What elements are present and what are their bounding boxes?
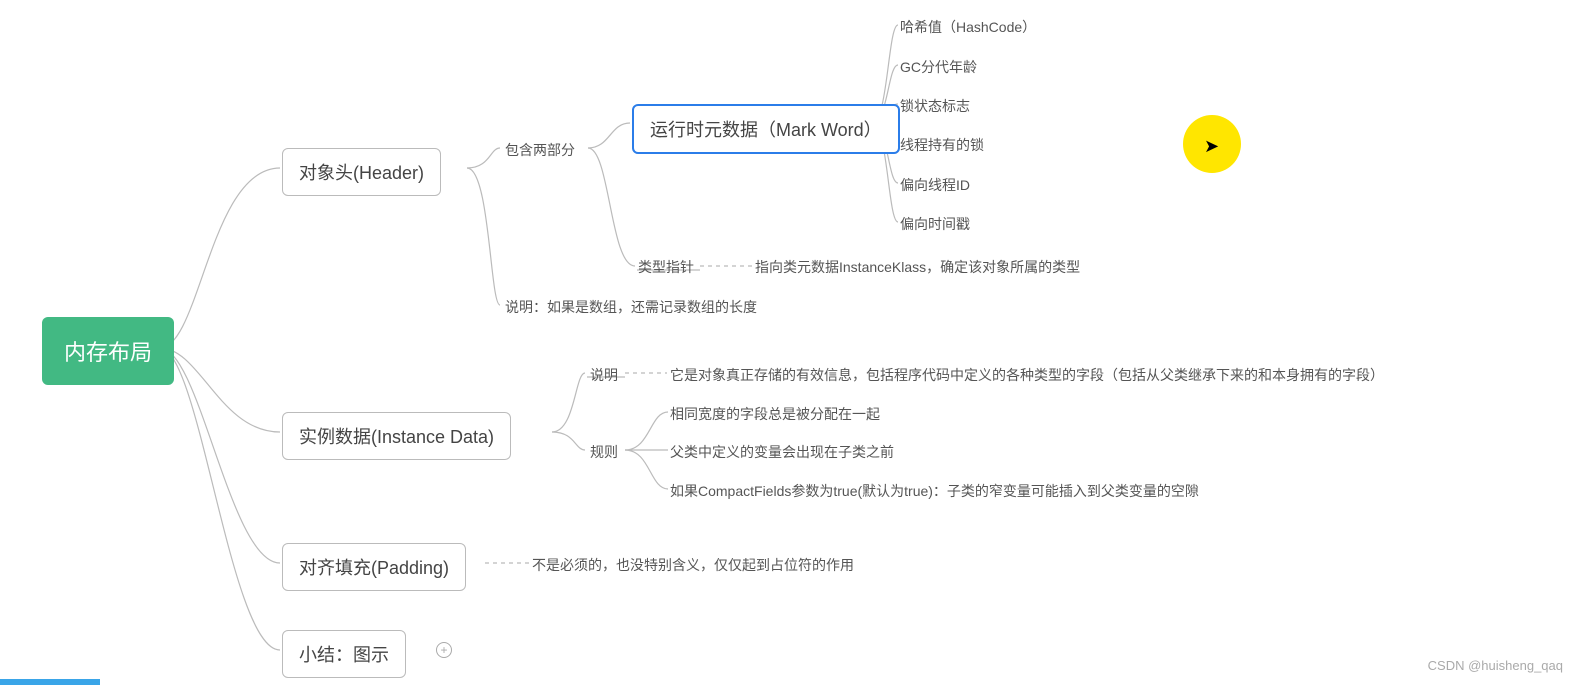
- summary-node[interactable]: 小结：图示: [282, 630, 406, 678]
- mark-word-node[interactable]: 运行时元数据（Mark Word）: [632, 104, 900, 154]
- mw-leaf-5[interactable]: 偏向时间戳: [900, 214, 970, 234]
- progress-bar: [0, 679, 100, 685]
- mw-leaf-0[interactable]: 哈希值（HashCode）: [900, 17, 1036, 37]
- rule-0: 相同宽度的字段总是被分配在一起: [670, 404, 880, 424]
- header-label: 对象头(Header): [299, 163, 424, 183]
- mw-leaf-3[interactable]: 线程持有的锁: [900, 135, 984, 155]
- root-label: 内存布局: [64, 340, 152, 365]
- klass-ptr-desc: 指向类元数据InstanceKlass，确定该对象所属的类型: [755, 257, 1080, 277]
- instance-desc: 它是对象真正存储的有效信息，包括程序代码中定义的各种类型的字段（包括从父类继承下…: [670, 365, 1384, 385]
- padding-node[interactable]: 对齐填充(Padding): [282, 543, 466, 591]
- rule-1: 父类中定义的变量会出现在子类之前: [670, 442, 894, 462]
- header-node[interactable]: 对象头(Header): [282, 148, 441, 196]
- instance-desc-label[interactable]: 说明: [590, 365, 618, 385]
- mw-leaf-1[interactable]: GC分代年龄: [900, 57, 977, 77]
- summary-label: 小结：图示: [299, 645, 389, 665]
- mw-leaf-2[interactable]: 锁状态标志: [900, 96, 970, 116]
- cursor-icon: ➤: [1204, 136, 1219, 157]
- header-parts-label[interactable]: 包含两部分: [505, 140, 575, 160]
- watermark-text: CSDN @huisheng_qaq: [1428, 658, 1563, 673]
- instance-node[interactable]: 实例数据(Instance Data): [282, 412, 511, 460]
- header-note: 说明：如果是数组，还需记录数组的长度: [505, 297, 757, 317]
- mw-leaf-4[interactable]: 偏向线程ID: [900, 175, 970, 195]
- instance-label: 实例数据(Instance Data): [299, 427, 494, 447]
- padding-desc: 不是必须的，也没特别含义，仅仅起到占位符的作用: [532, 555, 854, 575]
- klass-ptr-label[interactable]: 类型指针: [638, 257, 694, 277]
- root-node[interactable]: 内存布局: [42, 317, 174, 385]
- mark-word-label: 运行时元数据（Mark Word）: [650, 120, 882, 140]
- expand-icon[interactable]: +: [436, 642, 452, 658]
- instance-rules-label[interactable]: 规则: [590, 442, 618, 462]
- rule-2: 如果CompactFields参数为true(默认为true)：子类的窄变量可能…: [670, 481, 1199, 501]
- padding-label: 对齐填充(Padding): [299, 558, 449, 578]
- connectors-svg: [0, 0, 1583, 685]
